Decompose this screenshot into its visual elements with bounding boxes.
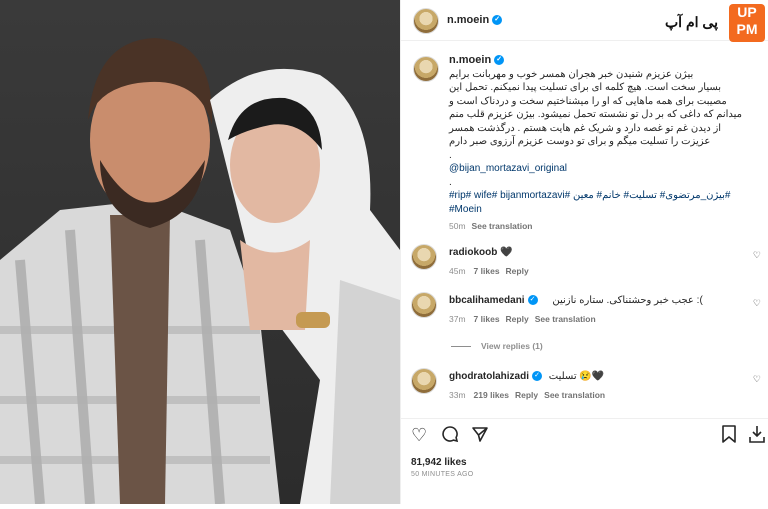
comment-text: 🖤	[500, 247, 513, 258]
caption-line: میدانم که داغی که بر دل تو نشسته تحمل نم…	[449, 109, 743, 120]
caption-line: از دیدن غم تو غصه دارد و شریک غم هایت هس…	[449, 122, 722, 134]
post-caption: n.moein ✓ بیژن عزیزم شنیدن خبر هجران همسر…	[449, 54, 749, 234]
comment-see-translation[interactable]: See translation	[544, 390, 605, 400]
watermark-logo: پی ام آپ UP PM	[659, 0, 768, 46]
commenter-avatar[interactable]	[411, 244, 437, 270]
comment-time: 33m	[449, 390, 466, 400]
comment-like-heart-icon[interactable]: ♡	[753, 250, 761, 261]
comment-meta: 45m 7 likes Reply	[449, 266, 535, 276]
posted-time: 50 MINUTES AGO	[411, 471, 474, 478]
comment-likes[interactable]: 219 likes	[474, 390, 509, 400]
caption-meta: 50m See translation	[449, 220, 749, 234]
view-replies-line	[451, 346, 471, 348]
comment-see-translation[interactable]: See translation	[535, 314, 596, 324]
comment-time: 37m	[449, 314, 466, 324]
caption-username-text[interactable]: n.moein	[449, 54, 491, 66]
hashtags-line[interactable]: #rip# wife# bijanmortazavi# بیژن_مرتضوی#…	[449, 189, 749, 203]
heart-icon[interactable]: ♡	[411, 425, 427, 446]
header-username-text[interactable]: n.moein	[447, 14, 489, 26]
commenter-username[interactable]: bbcalihamedani	[449, 295, 525, 306]
caption-line: بسیار سخت است. هیچ کلمه ای برای تسلیت پی…	[449, 82, 722, 93]
commenter-avatar[interactable]	[411, 292, 437, 318]
comment: bbcalihamedani ✓ عجب خبر وحشتناکی. ستاره …	[411, 292, 761, 328]
comment-meta: 37m 7 likes Reply See translation	[449, 314, 602, 324]
commenter-username[interactable]: ghodratolahizadi	[449, 371, 529, 382]
comment-like-heart-icon[interactable]: ♡	[753, 298, 761, 309]
author-avatar[interactable]	[413, 8, 439, 34]
mention-link[interactable]: @bijan_mortazavi_original	[449, 162, 749, 176]
author-username-header[interactable]: n.moein ✓	[447, 14, 503, 26]
post-photo[interactable]	[0, 0, 400, 504]
post-side-panel: n.moein ✓ پی ام آپ UP PM n.moein ✓ بیژن عز…	[400, 0, 768, 504]
commenter-avatar[interactable]	[411, 368, 437, 394]
comment-likes[interactable]: 7 likes	[474, 266, 500, 276]
caption-see-translation[interactable]: See translation	[472, 221, 533, 231]
commenter-verified-icon: ✓	[527, 295, 538, 306]
comment-reply-button[interactable]: Reply	[506, 314, 529, 324]
caption-line: بیژن عزیزم شنیدن خبر هجران همسر خوب و مه…	[449, 68, 694, 80]
caption-dot: .	[449, 149, 452, 161]
download-icon[interactable]	[749, 425, 765, 448]
comment-reply-button[interactable]: Reply	[506, 266, 529, 276]
comment-meta: 33m 219 likes Reply See translation	[449, 390, 611, 400]
caption-verified-icon: ✓	[494, 55, 505, 66]
logo-text: پی ام آپ	[665, 14, 718, 30]
comment-likes[interactable]: 7 likes	[474, 314, 500, 324]
logo-badge: UP PM	[729, 4, 765, 42]
comment-text: عجب خبر وحشتناکی. ستاره نازنین :(	[552, 295, 703, 306]
caption-username[interactable]: n.moein ✓	[449, 54, 749, 68]
view-replies-button[interactable]: View replies (1)	[451, 341, 543, 351]
post-actions-bar: ♡ 81,942 likes 50 MINUTES AGO	[401, 418, 768, 509]
comment-text: تسلیت 😢🖤	[548, 371, 605, 382]
comment-body: radiokoob 🖤	[449, 247, 513, 258]
verified-badge-icon: ✓	[492, 15, 503, 26]
comment-body: ghodratolahizadi ✓ تسلیت 😢🖤	[449, 371, 604, 382]
post-photo-illustration	[0, 38, 400, 504]
caption-line: مصیبت برای همه ماهایی که او را میشناختیم…	[449, 95, 727, 107]
caption-dot: .	[449, 176, 452, 188]
comment-icon[interactable]	[441, 425, 459, 448]
comment-body: bbcalihamedani ✓ عجب خبر وحشتناکی. ستاره …	[449, 295, 703, 306]
likes-count[interactable]: 81,942 likes	[411, 457, 467, 468]
caption-line: عزیزت را تسلیت میگم و برای تو دوست عزیزم…	[449, 136, 711, 147]
comment: radiokoob 🖤 45m 7 likes Reply ♡	[411, 244, 761, 280]
hashtags-line[interactable]: #Moein	[449, 203, 749, 217]
bookmark-icon[interactable]	[721, 425, 737, 448]
commenter-verified-icon: ✓	[532, 371, 542, 382]
comment: ghodratolahizadi ✓ تسلیت 😢🖤 33m 219 likes R…	[411, 368, 761, 404]
comment-like-heart-icon[interactable]: ♡	[753, 374, 761, 385]
send-icon[interactable]	[471, 425, 489, 448]
caption-time: 50m	[449, 221, 466, 231]
view-replies-text[interactable]: View replies (1)	[481, 341, 543, 351]
caption-author-avatar[interactable]	[413, 56, 439, 82]
comment-time: 45m	[449, 266, 466, 276]
post-header: n.moein ✓ پی ام آپ UP PM	[401, 0, 768, 42]
logo-badge-text: UP PM	[736, 4, 758, 37]
comment-reply-button[interactable]: Reply	[515, 390, 538, 400]
commenter-username[interactable]: radiokoob	[449, 247, 497, 258]
